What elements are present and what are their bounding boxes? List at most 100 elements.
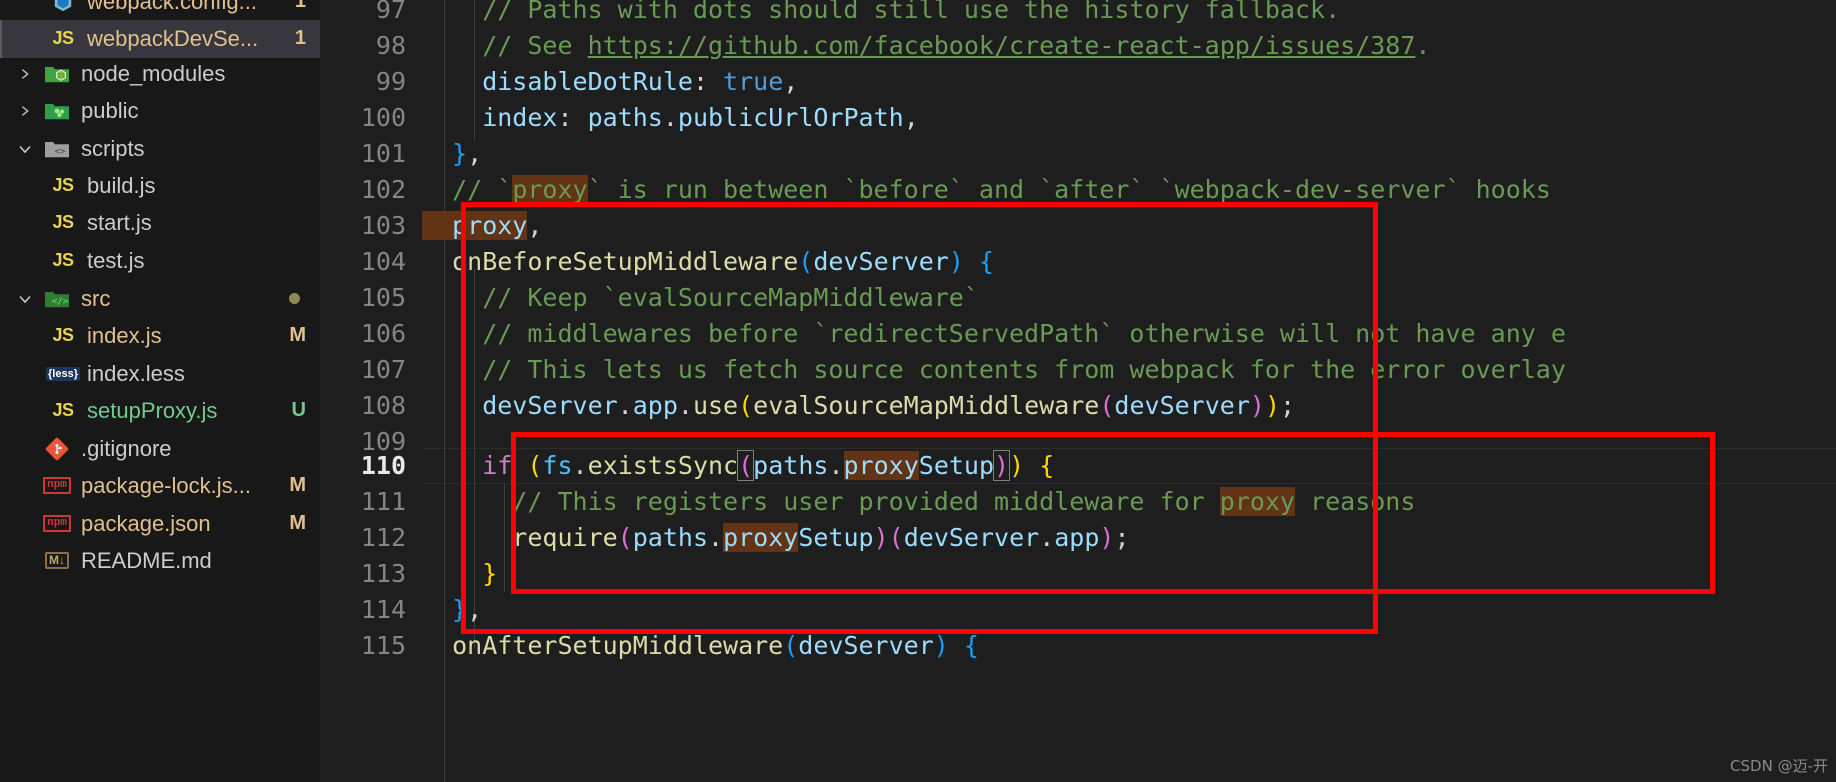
line-number: 106 — [360, 319, 406, 348]
tree-item-label: webpackDevSe... — [87, 25, 259, 51]
line-number: 101 — [360, 139, 406, 168]
vscode-window: webpack.config... 1 JS webpackDevSe... 1… — [0, 0, 1836, 782]
tree-item-package-json[interactable]: npm package.json M — [0, 505, 320, 543]
editor-gutter: 97 98 99 100 101 102 103 104 105 106 107… — [320, 0, 422, 782]
code-line-104[interactable]: onBeforeSetupMiddleware(devServer) { — [422, 244, 994, 280]
js-icon: JS — [52, 175, 74, 196]
tree-item-label: index.less — [87, 360, 185, 386]
webpack-icon — [46, 0, 80, 13]
tree-item-label: index.js — [87, 322, 162, 348]
line-number: 107 — [360, 355, 406, 384]
code-line-110[interactable]: if (fs.existsSync(paths.proxySetup)) { — [422, 448, 1054, 484]
code-line-111[interactable]: // This registers user provided middlewa… — [422, 484, 1415, 520]
npm-icon: npm — [40, 477, 74, 495]
line-number: 97 — [375, 0, 406, 24]
tree-item-label: package.json — [81, 510, 211, 536]
line-number: 99 — [375, 67, 406, 96]
code-line-115[interactable]: onAfterSetupMiddleware(devServer) { — [422, 628, 979, 664]
tree-item-package-lock-json[interactable]: npm package-lock.js... M — [0, 467, 320, 505]
tree-item-label: build.js — [87, 172, 156, 198]
tree-item-label: start.js — [87, 209, 152, 235]
tree-item-start-js[interactable]: JS start.js — [0, 204, 320, 242]
line-number: 108 — [360, 391, 406, 420]
csdn-watermark: CSDN @迈-开 — [1730, 757, 1828, 775]
code-line-107[interactable]: // This lets us fetch source contents fr… — [422, 352, 1566, 388]
code-line-105[interactable]: // Keep `evalSourceMapMiddleware` — [422, 280, 979, 316]
chevron-right-icon[interactable] — [10, 67, 40, 81]
tree-item-badge: 1 — [294, 0, 306, 13]
code-line-108[interactable]: devServer.app.use(evalSourceMapMiddlewar… — [422, 388, 1295, 424]
explorer-sidebar[interactable]: webpack.config... 1 JS webpackDevSe... 1… — [0, 0, 320, 782]
line-number: 98 — [375, 31, 406, 60]
chevron-right-icon[interactable] — [10, 104, 40, 118]
line-number: 103 — [360, 211, 406, 240]
line-number: 114 — [360, 595, 406, 624]
less-icon: {less} — [46, 366, 80, 381]
tree-item-label: scripts — [81, 135, 145, 161]
line-number: 115 — [360, 631, 406, 660]
tree-item-label: node_modules — [81, 60, 226, 86]
svg-text:<>: <> — [55, 147, 66, 157]
tree-item-scripts[interactable]: <> scripts — [0, 130, 320, 168]
tree-item-webpackdevserver[interactable]: JS webpackDevSe... 1 — [0, 20, 320, 58]
code-line-98[interactable]: // See https://github.com/facebook/creat… — [422, 28, 1430, 64]
code-line-102[interactable]: // `proxy` is run between `before` and `… — [422, 172, 1551, 208]
tree-item-gitignore[interactable]: .gitignore — [0, 430, 320, 468]
chevron-down-icon[interactable] — [10, 291, 40, 307]
svg-text:JS: JS — [57, 72, 65, 79]
line-number: 112 — [360, 523, 406, 552]
code-text-area[interactable]: // Paths with dots should still use the … — [422, 0, 1836, 782]
tree-item-webpack-config[interactable]: webpack.config... 1 — [0, 0, 320, 21]
tree-item-badge: M — [289, 512, 306, 535]
code-line-103[interactable]: proxy, — [422, 208, 542, 244]
svg-text:</>: </> — [52, 297, 69, 307]
tree-item-test-js[interactable]: JS test.js — [0, 242, 320, 280]
js-icon: JS — [52, 400, 74, 421]
code-line-112[interactable]: require(paths.proxySetup)(devServer.app)… — [422, 520, 1130, 556]
code-line-97[interactable]: // Paths with dots should still use the … — [422, 0, 1340, 28]
folder-src-icon: </> — [40, 288, 74, 310]
tree-item-readme-md[interactable]: M↓ README.md — [0, 542, 320, 580]
line-number: 113 — [360, 559, 406, 588]
line-number: 102 — [360, 175, 406, 204]
tree-item-build-js[interactable]: JS build.js — [0, 167, 320, 205]
folder-scripts-icon: <> — [40, 138, 74, 160]
line-number-active: 110 — [360, 451, 406, 480]
code-line-99[interactable]: disableDotRule: true, — [422, 64, 798, 100]
line-number: 104 — [360, 247, 406, 276]
tree-item-badge: 1 — [294, 27, 306, 50]
line-number: 111 — [360, 487, 406, 516]
tree-item-index-less[interactable]: {less} index.less — [0, 355, 320, 393]
code-line-106[interactable]: // middlewares before `redirectServedPat… — [422, 316, 1566, 352]
folder-node-icon: JS — [40, 63, 74, 85]
tree-item-label: test.js — [87, 247, 145, 273]
git-icon — [40, 437, 74, 461]
tree-item-setupproxy-js[interactable]: JS setupProxy.js U — [0, 392, 320, 430]
markdown-icon: M↓ — [40, 552, 74, 570]
tree-item-label: .gitignore — [81, 435, 172, 461]
npm-icon: npm — [40, 515, 74, 533]
code-line-114[interactable]: }, — [422, 592, 482, 628]
line-number: 105 — [360, 283, 406, 312]
tree-item-badge: M — [289, 324, 306, 347]
tree-item-label: src — [81, 285, 111, 311]
tree-item-label: public — [81, 97, 139, 123]
tree-item-index-js[interactable]: JS index.js M — [0, 317, 320, 355]
tree-item-label: package-lock.js... — [81, 472, 251, 498]
tree-item-node-modules[interactable]: JS node_modules — [0, 55, 320, 93]
code-line-113[interactable]: } — [422, 556, 497, 592]
code-line-101[interactable]: }, — [422, 136, 482, 172]
tree-item-label: webpack.config... — [87, 0, 257, 14]
js-icon: JS — [52, 212, 74, 233]
chevron-down-icon[interactable] — [10, 141, 40, 157]
js-icon: JS — [52, 28, 74, 49]
code-editor[interactable]: 97 98 99 100 101 102 103 104 105 106 107… — [320, 0, 1836, 782]
tree-item-badge: M — [289, 474, 306, 497]
js-icon: JS — [52, 250, 74, 271]
tree-item-label: setupProxy.js — [87, 397, 218, 423]
tree-item-src[interactable]: </> src — [0, 280, 320, 318]
line-number: 100 — [360, 103, 406, 132]
tree-item-badge: U — [291, 399, 306, 422]
code-line-100[interactable]: index: paths.publicUrlOrPath, — [422, 100, 919, 136]
tree-item-public[interactable]: public — [0, 92, 320, 130]
